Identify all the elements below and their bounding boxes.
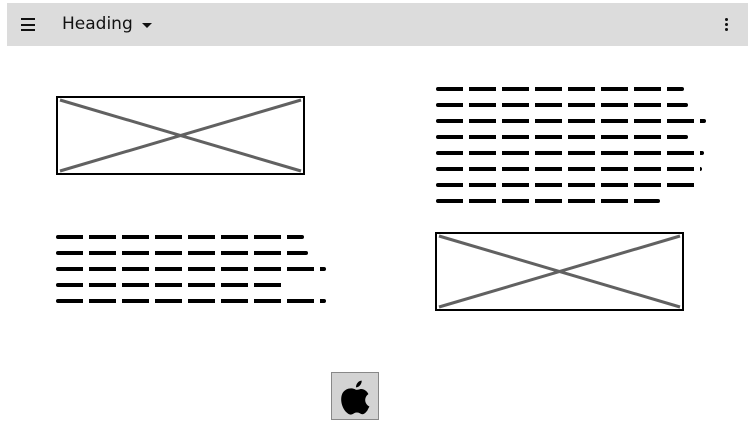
- text-paragraph: [436, 87, 708, 215]
- scribble-text-icon: [56, 299, 326, 303]
- scribble-text-icon: [436, 103, 688, 107]
- crossed-box-icon: [438, 234, 681, 309]
- image-placeholder: [56, 96, 305, 175]
- scribble-text-icon: [436, 199, 660, 203]
- logo: [331, 372, 379, 420]
- text-paragraph: [56, 235, 328, 315]
- scribble-text-icon: [436, 87, 684, 91]
- scribble-text-icon: [436, 119, 706, 123]
- scribble-text-icon: [56, 235, 304, 239]
- title-dropdown[interactable]: Heading: [62, 14, 152, 34]
- app-bar: Heading: [7, 3, 748, 46]
- caret-down-icon: [141, 22, 152, 28]
- scribble-text-icon: [56, 251, 308, 255]
- apple-icon: [341, 380, 370, 415]
- scribble-text-icon: [56, 267, 326, 271]
- page-title: Heading: [62, 14, 133, 34]
- scribble-text-icon: [56, 283, 286, 287]
- vertical-dots-icon[interactable]: [723, 18, 729, 32]
- hamburger-menu-icon[interactable]: [21, 18, 35, 31]
- crossed-box-icon: [59, 98, 302, 173]
- scribble-text-icon: [436, 135, 688, 139]
- image-placeholder: [435, 232, 684, 311]
- scribble-text-icon: [436, 151, 704, 155]
- scribble-text-icon: [436, 183, 698, 187]
- scribble-text-icon: [436, 167, 702, 171]
